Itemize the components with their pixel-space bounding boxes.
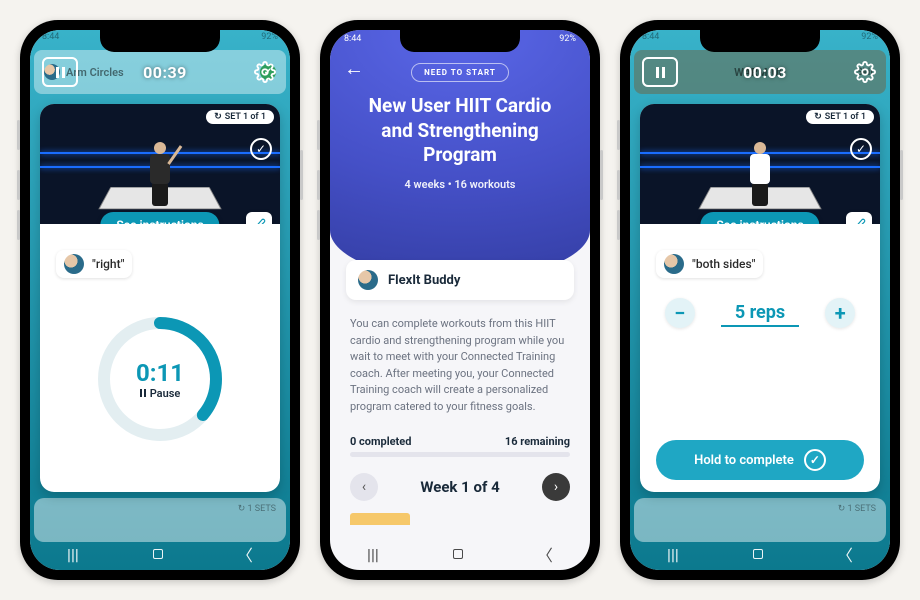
settings-button[interactable]	[852, 59, 878, 85]
next-week-button[interactable]: ›	[542, 473, 570, 501]
mark-complete-button[interactable]: ✓	[250, 138, 272, 160]
decrease-reps-button[interactable]: −	[665, 298, 695, 328]
settings-button[interactable]	[252, 59, 278, 85]
pause-button[interactable]	[642, 57, 678, 87]
reps-value: 5 reps	[721, 300, 799, 327]
trainer-avatar	[664, 254, 684, 274]
see-instructions-button[interactable]: See instructions	[700, 212, 819, 224]
week-label: Week 1 of 4	[420, 478, 499, 496]
edit-icon	[852, 218, 866, 224]
hold-to-complete-button[interactable]: Hold to complete ✓	[656, 440, 864, 480]
countdown-time: 0:11	[136, 359, 184, 387]
home-icon[interactable]	[753, 549, 763, 559]
next-exercise-peek: ↻ 1 SETS	[634, 498, 886, 542]
refresh-icon: ↻	[814, 112, 822, 122]
exercise-video[interactable]: ↻SET 1 of 1 ✓ See instructions	[40, 104, 280, 224]
back-icon[interactable]: 〈	[537, 542, 553, 566]
mark-complete-button[interactable]: ✓	[850, 138, 872, 160]
program-subtitle: 4 weeks • 16 workouts	[352, 178, 568, 191]
recents-icon[interactable]: |||	[667, 545, 679, 564]
countdown-ring[interactable]: 0:11 Pause	[95, 314, 225, 444]
gear-icon	[854, 61, 876, 83]
remaining-label: 16 remaining	[505, 435, 570, 448]
refresh-icon: ↻	[214, 112, 222, 122]
set-chip: ↻SET 1 of 1	[806, 110, 874, 124]
back-button[interactable]: ←	[344, 56, 364, 81]
home-icon[interactable]	[453, 549, 463, 559]
exercise-card: ↻SET 1 of 1 ✓ See instructions "right"	[40, 104, 280, 492]
next-exercise-peek: ↻ 1 SETS	[34, 498, 286, 542]
pause-countdown-button[interactable]: Pause	[140, 387, 181, 400]
edit-button[interactable]	[246, 212, 272, 224]
home-icon[interactable]	[153, 549, 163, 559]
android-navbar[interactable]: ||| 〈	[330, 542, 590, 566]
program-status-pill: NEED TO START	[411, 63, 509, 82]
increase-reps-button[interactable]: +	[825, 298, 855, 328]
program-hero: 8:44 92% ← NEED TO START New User HIIT C…	[330, 30, 590, 280]
gear-icon	[254, 61, 276, 83]
week-content-peek	[350, 513, 410, 525]
set-chip: ↻SET 1 of 1	[206, 110, 274, 124]
workout-timer: 00:39	[88, 63, 242, 82]
exercise-video[interactable]: ↻SET 1 of 1 ✓ See instructions	[640, 104, 880, 224]
android-navbar[interactable]: ||| 〈	[630, 542, 890, 566]
completed-label: 0 completed	[350, 435, 411, 448]
see-instructions-button[interactable]: See instructions	[100, 212, 219, 224]
recents-icon[interactable]: |||	[367, 545, 379, 564]
buddy-avatar	[358, 270, 378, 290]
workout-timer: 00:03	[688, 63, 842, 82]
trainer-caption: "right"	[56, 250, 132, 278]
trainer-caption: "both sides"	[656, 250, 763, 278]
exercise-card: ↻SET 1 of 1 ✓ See instructions "both sid…	[640, 104, 880, 492]
prev-week-button[interactable]: ‹	[350, 473, 378, 501]
back-icon[interactable]: 〈	[237, 542, 253, 566]
program-description: You can complete workouts from this HIIT…	[330, 310, 590, 421]
trainer-avatar	[64, 254, 84, 274]
check-icon: ✓	[804, 449, 826, 471]
buddy-card[interactable]: FlexIt Buddy	[346, 260, 574, 300]
program-title: New User HIIT Cardio and Strengthening P…	[352, 94, 568, 168]
pause-button[interactable]	[42, 57, 78, 87]
edit-icon	[252, 218, 266, 224]
back-icon[interactable]: 〈	[837, 542, 853, 566]
edit-button[interactable]	[846, 212, 872, 224]
android-navbar[interactable]: ||| 〈	[30, 542, 290, 566]
recents-icon[interactable]: |||	[67, 545, 79, 564]
